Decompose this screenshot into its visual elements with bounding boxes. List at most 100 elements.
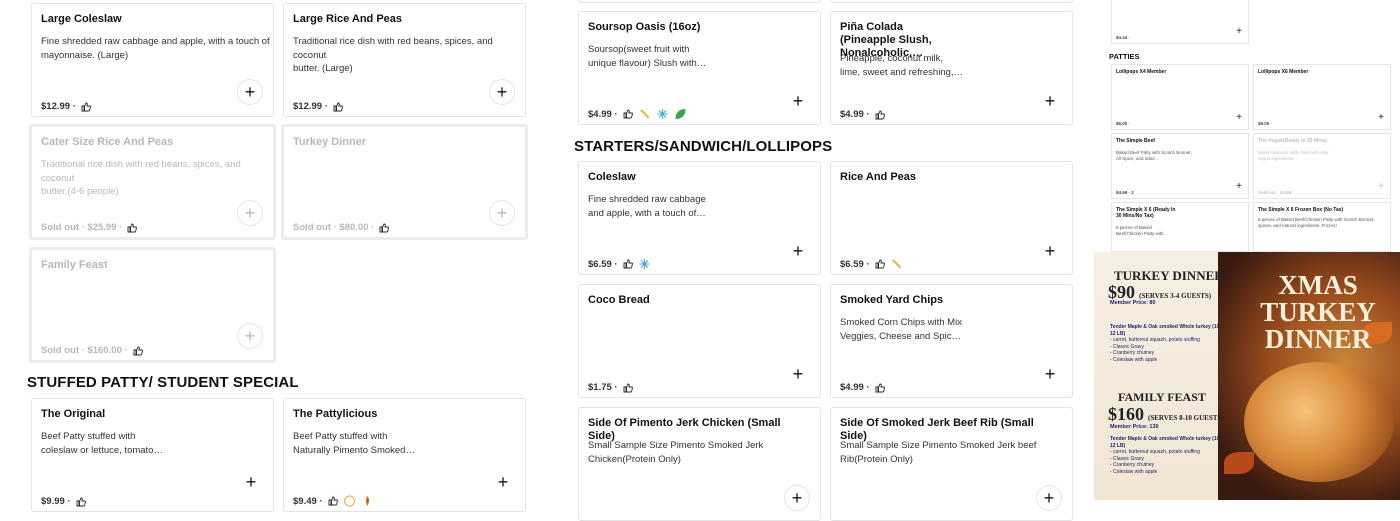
promo-headline: XMAS TURKEY DINNER (1260, 270, 1376, 354)
item-price: $9.00 · (1258, 121, 1273, 126)
item-price: Sold out · $4.69 · (1258, 190, 1295, 195)
mini-card-partial[interactable]: $4.44 · + (1111, 0, 1249, 44)
card-partial-top-left (578, 0, 821, 3)
card-pina-colada[interactable]: Piña Colada (Pineapple Slush, Nonalcohol… (830, 11, 1073, 125)
item-price: Sold out · $25.99 · (41, 222, 138, 233)
mini-card-lollipops-x6[interactable]: Lollipops X6 Member $9.00 · + (1253, 64, 1391, 130)
item-name: Family Feast (41, 259, 108, 271)
add-to-cart-button[interactable]: + (489, 79, 515, 105)
thumbs-up-icon (127, 223, 138, 232)
item-price: $4.99 · (840, 109, 885, 120)
spicy-tag-icon (365, 496, 369, 506)
thumbs-up-icon (328, 496, 338, 506)
thumbs-up-icon (333, 102, 343, 111)
item-name: The Pattylicious (293, 408, 378, 420)
mini-card-vegan[interactable]: The Vegan(Ready In 30 Mins) Baked Spinac… (1253, 133, 1391, 199)
item-price: $4.44 · (1116, 35, 1131, 40)
card-side-pimento-jerk-chicken[interactable]: Side Of Pimento Jerk Chicken (Small Side… (578, 407, 821, 521)
thumbs-up-icon (875, 259, 885, 269)
leaf-decoration (1224, 452, 1254, 474)
section-title-patties: PATTIES (1109, 52, 1140, 61)
mini-card-simple-x6-frozen[interactable]: The Simple X 6 Frozen Box (No Tax) 6 pie… (1253, 202, 1391, 252)
card-cater-size-rice-and-peas[interactable]: Cater Size Rice And Peas Traditional ric… (29, 124, 276, 240)
add-to-cart-button[interactable]: + (784, 485, 810, 511)
member-price: Member Price: 80 (1110, 300, 1156, 306)
add-to-cart-button[interactable]: + (1038, 239, 1062, 263)
thumbs-up-icon (623, 383, 633, 392)
item-description: Beef Patty stuffed with Naturally Pimento… (293, 431, 415, 456)
item-description: Small Sample Size Pimento Smoked Jerk be… (840, 440, 1037, 465)
add-to-cart-button[interactable]: + (239, 470, 263, 494)
item-description: Baked Beef Patty with Scotch Bonnet, All… (1116, 150, 1192, 161)
add-to-cart-button[interactable]: + (1236, 26, 1242, 37)
card-the-original[interactable]: The Original Beef Patty stuffed with cole… (31, 398, 274, 512)
member-price: Member Price: 130 (1110, 424, 1159, 430)
add-to-cart-button[interactable]: + (1038, 362, 1062, 386)
card-large-coleslaw[interactable]: Large Coleslaw Fine shredded raw cabbage… (31, 3, 274, 117)
card-coco-bread[interactable]: Coco Bread $1.75 · + (578, 284, 821, 398)
add-to-cart-button[interactable]: + (786, 239, 810, 263)
roast-turkey-image (1244, 362, 1394, 482)
item-description: Fine shredded raw cabbage and apple, with… (588, 194, 706, 219)
item-description: Traditional rice dish with red beans, sp… (41, 159, 241, 197)
item-price: $1.75 · (588, 382, 633, 393)
card-the-pattylicious[interactable]: The Pattylicious Beef Patty stuffed with… (283, 398, 526, 512)
item-description: Smoked Corn Chips with Mix Veggies, Chees… (840, 317, 962, 342)
add-to-cart-button[interactable]: + (786, 89, 810, 113)
add-to-cart-button[interactable]: + (237, 323, 263, 349)
item-name: Lollipops X4 Member (1116, 69, 1167, 75)
card-soursop-oasis[interactable]: Soursop Oasis (16oz) Soursop(sweet fruit… (578, 11, 821, 125)
item-description: 6 pieces of Baked Beef/Chicken Patty wit… (1258, 217, 1375, 228)
thumbs-up-icon (379, 223, 390, 232)
thumbs-up-icon (81, 102, 91, 111)
promo-description: Tender Maple & Oak smoked Whole turkey (… (1110, 436, 1222, 475)
thumbs-up-icon (875, 383, 885, 392)
card-coleslaw[interactable]: Coleslaw Fine shredded raw cabbage and ap… (578, 161, 821, 275)
promo-price-family-feast: $160 (SERVES 8-10 GUESTS) (1108, 404, 1224, 424)
item-name: Coco Bread (588, 294, 650, 306)
item-name: The Simple Beef (1116, 138, 1155, 144)
mini-card-lollipops-x4[interactable]: Lollipops X4 Member $6.00 · + (1111, 64, 1249, 130)
add-to-cart-button[interactable]: + (786, 362, 810, 386)
item-name: Smoked Yard Chips (840, 294, 944, 306)
section-title-starters: STARTERS/SANDWICH/LOLLIPOPS (574, 138, 833, 155)
card-smoked-yard-chips[interactable]: Smoked Yard Chips Smoked Corn Chips with… (830, 284, 1073, 398)
item-price: $4.69 · 2 (1116, 190, 1134, 195)
add-to-cart-button[interactable]: + (491, 470, 515, 494)
snowflake-tag-icon (639, 259, 650, 269)
add-to-cart-button[interactable]: + (1236, 112, 1242, 123)
add-to-cart-button[interactable]: + (1236, 181, 1242, 192)
add-to-cart-button[interactable]: + (237, 200, 263, 226)
item-name: The Original (41, 408, 106, 420)
card-side-smoked-jerk-beef-rib[interactable]: Side Of Smoked Jerk Beef Rib (Small Side… (830, 407, 1073, 521)
item-description: Fine shredded raw cabbage and apple, wit… (41, 36, 270, 61)
item-description: 6 pieces of Baked Beef/Chicken Patty wit… (1116, 225, 1169, 236)
item-name: Large Rice And Peas (293, 13, 403, 25)
chip-tag-icon (639, 109, 649, 119)
item-description: Soursop(sweet fruit with unique flavour) … (588, 44, 707, 69)
card-rice-and-peas[interactable]: Rice And Peas $6.59 · + (830, 161, 1073, 275)
item-name: Coleslaw (588, 171, 636, 183)
add-to-cart-button[interactable]: + (1038, 89, 1062, 113)
add-to-cart-button[interactable]: + (1378, 181, 1384, 192)
item-name: The Vegan(Ready In 30 Mins) (1258, 138, 1327, 144)
item-price: Sold out · $160.00 · (41, 345, 143, 356)
chip-tag-icon (891, 259, 901, 269)
item-price: $12.99 · (41, 101, 91, 112)
add-to-cart-button[interactable]: + (1378, 112, 1384, 123)
item-name: The Simple X 6 (Ready In 30 Mins/No Tax) (1116, 207, 1176, 219)
thumbs-up-icon (623, 109, 633, 119)
card-family-feast[interactable]: Family Feast Sold out · $160.00 · + (29, 247, 276, 363)
card-large-rice-and-peas[interactable]: Large Rice And Peas Traditional rice dis… (283, 3, 526, 117)
add-to-cart-button[interactable]: + (489, 200, 515, 226)
add-to-cart-button[interactable]: + (237, 79, 263, 105)
item-price: $6.59 · (840, 258, 903, 270)
mini-card-simple-x6[interactable]: The Simple X 6 (Ready In 30 Mins/No Tax)… (1111, 202, 1249, 252)
mini-card-simple-beef[interactable]: The Simple Beef Baked Beef Patty with Sc… (1111, 133, 1249, 199)
xmas-turkey-promo-banner[interactable]: XMAS TURKEY DINNER TURKEY DINNER $90 (SE… (1094, 252, 1400, 500)
item-description: Beef Patty stuffed with coleslaw or lettu… (41, 431, 163, 456)
leaf-tag-icon (675, 109, 686, 119)
add-to-cart-button[interactable]: + (1036, 485, 1062, 511)
item-description: Small Sample Size Pimento Smoked Jerk Chi… (588, 440, 764, 465)
card-turkey-dinner[interactable]: Turkey Dinner Sold out · $80.00 · + (281, 124, 528, 240)
